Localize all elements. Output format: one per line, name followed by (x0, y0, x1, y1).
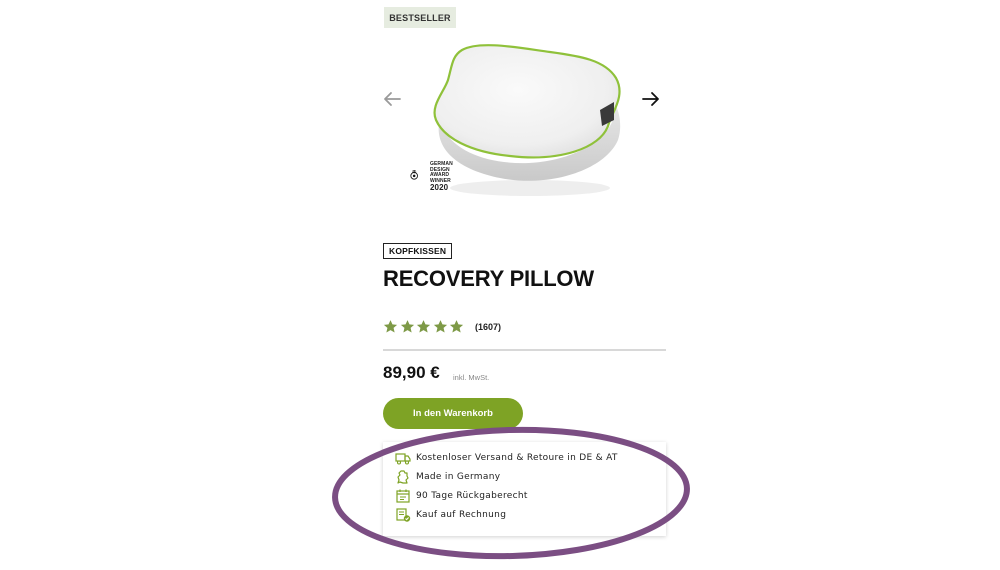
star-icon (417, 320, 431, 333)
usp-item-shipping: Kostenloser Versand & Retoure in DE & AT (395, 451, 618, 465)
category-tag: KOPFKISSEN (383, 243, 453, 259)
add-to-cart-button[interactable]: In den Warenkorb (383, 398, 523, 429)
star-icon (400, 320, 414, 333)
usp-label: Kostenloser Versand & Retoure in DE & AT (416, 453, 618, 463)
star-icon (433, 320, 447, 333)
review-count[interactable]: (1607) (475, 322, 501, 332)
design-award-logo (410, 170, 418, 180)
product-page: BESTSELLER GERMAN DESIGN AWARD WINNER 20… (0, 0, 1000, 570)
usp-item-returns: 90 Tage Rückgaberecht (395, 489, 528, 503)
usp-item-invoice: Kauf auf Rechnung (395, 508, 506, 522)
price: 89,90 € (383, 363, 440, 382)
germany-map-icon (397, 470, 409, 484)
design-award-text: GERMAN DESIGN AWARD WINNER 2020 (430, 161, 453, 192)
invoice-check-icon (396, 508, 411, 522)
usp-label: Kauf auf Rechnung (416, 510, 507, 520)
calendar-icon (396, 489, 410, 503)
usp-label: 90 Tage Rückgaberecht (416, 491, 528, 501)
usp-label: Made in Germany (416, 472, 501, 482)
tax-note: inkl. MwSt. (453, 373, 490, 382)
arrow-right-icon[interactable] (640, 88, 662, 110)
bestseller-badge: BESTSELLER (384, 7, 456, 28)
product-title: RECOVERY PILLOW (383, 266, 594, 291)
truck-icon (395, 453, 411, 465)
usp-item-germany: Made in Germany (395, 470, 500, 484)
star-icon (383, 320, 398, 333)
divider (383, 349, 666, 351)
rating[interactable]: (1607) (383, 319, 501, 334)
usp-box: Kostenloser Versand & Retoure in DE & AT… (383, 442, 666, 536)
star-icon (450, 320, 464, 333)
